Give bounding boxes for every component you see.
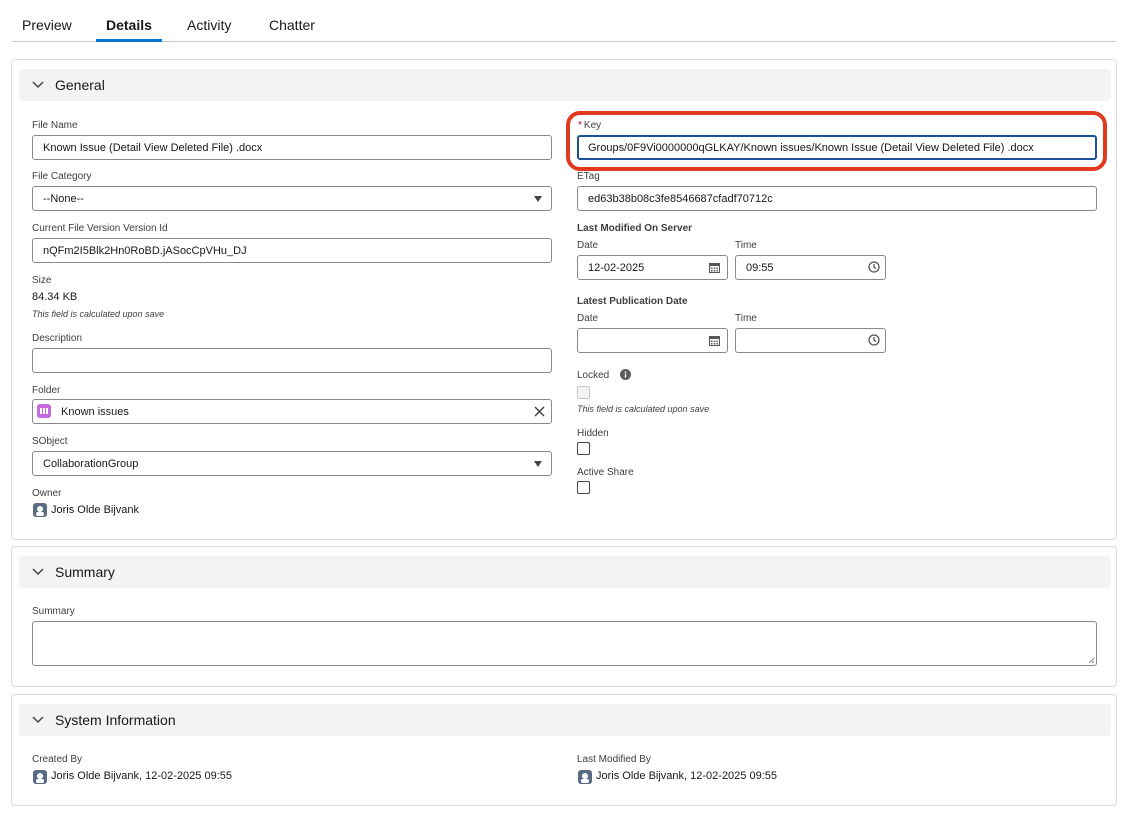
lms-time-label: Time bbox=[735, 240, 757, 251]
calendar-icon[interactable] bbox=[709, 262, 720, 273]
file-category-label: File Category bbox=[32, 171, 92, 182]
tab-chatter[interactable]: Chatter bbox=[269, 17, 315, 42]
lp-date-input[interactable] bbox=[577, 328, 728, 353]
file-name-value: Known Issue (Detail View Deleted File) .… bbox=[43, 142, 263, 154]
last-modified-server-label: Last Modified On Server bbox=[577, 223, 693, 234]
etag-value: ed63b38b08c3fe8546687cfadf70712c bbox=[588, 193, 773, 205]
lp-date-label: Date bbox=[577, 313, 599, 324]
caret-down-icon bbox=[534, 461, 542, 467]
folder-value: Known issues bbox=[61, 406, 129, 418]
close-icon[interactable] bbox=[534, 406, 545, 417]
lms-time-input[interactable]: 09:55 bbox=[735, 255, 886, 280]
folder-label: Folder bbox=[32, 385, 61, 396]
locked-hint: This field is calculated upon save bbox=[577, 404, 710, 414]
locked-checkbox bbox=[577, 386, 590, 399]
version-id-value: nQFm2I5Blk2Hn0RoBD.jASocCpVHu_DJ bbox=[43, 245, 247, 257]
tab-details-label: Details bbox=[106, 17, 152, 33]
file-name-input[interactable]: Known Issue (Detail View Deleted File) .… bbox=[32, 135, 552, 160]
etag-label: ETag bbox=[577, 171, 600, 182]
summary-field-label: Summary bbox=[32, 606, 75, 617]
info-icon[interactable] bbox=[620, 369, 631, 380]
sobject-value: CollaborationGroup bbox=[43, 458, 139, 470]
chevron-down-icon bbox=[32, 81, 44, 89]
required-marker: * bbox=[578, 120, 582, 131]
calendar-icon[interactable] bbox=[709, 335, 720, 346]
key-input[interactable]: Groups/0F9Vi0000000qGLKAY/Known issues/K… bbox=[577, 135, 1097, 160]
file-name-label: File Name bbox=[32, 120, 78, 131]
latest-publication-label: Latest Publication Date bbox=[577, 296, 688, 307]
caret-down-icon bbox=[534, 196, 542, 202]
system-info-section-title: System Information bbox=[55, 712, 176, 728]
system-info-card: System Information bbox=[11, 694, 1117, 806]
lms-date-value: 12-02-2025 bbox=[588, 262, 645, 274]
owner-link[interactable]: Joris Olde Bijvank bbox=[51, 504, 139, 516]
tab-preview[interactable]: Preview bbox=[22, 17, 72, 42]
tab-bar: Preview Details Activity Chatter bbox=[12, 0, 1116, 42]
sobject-label: SObject bbox=[32, 436, 68, 447]
version-id-label: Current File Version Version Id bbox=[32, 223, 168, 234]
lms-time-value: 09:55 bbox=[746, 262, 774, 274]
owner-label: Owner bbox=[32, 488, 62, 499]
description-input[interactable] bbox=[32, 348, 552, 373]
clock-icon[interactable] bbox=[868, 334, 880, 346]
hidden-checkbox[interactable] bbox=[577, 442, 590, 455]
created-by-label: Created By bbox=[32, 754, 83, 765]
chevron-down-icon bbox=[32, 716, 44, 724]
user-avatar-icon bbox=[33, 503, 47, 517]
modified-by-label: Last Modified By bbox=[577, 754, 651, 765]
summary-section-title: Summary bbox=[55, 564, 115, 580]
tab-preview-label: Preview bbox=[22, 17, 72, 33]
size-label: Size bbox=[32, 275, 52, 286]
user-avatar-icon bbox=[33, 770, 47, 784]
general-section-title: General bbox=[55, 77, 105, 93]
tab-activity-label: Activity bbox=[187, 17, 232, 33]
general-section-header[interactable]: General bbox=[19, 69, 1111, 101]
size-hint: This field is calculated upon save bbox=[32, 309, 165, 319]
tab-activity[interactable]: Activity bbox=[187, 17, 231, 42]
key-label-text: Key bbox=[583, 120, 602, 131]
summary-section-header[interactable]: Summary bbox=[19, 556, 1111, 588]
version-id-input[interactable]: nQFm2I5Blk2Hn0RoBD.jASocCpVHu_DJ bbox=[32, 238, 552, 263]
hidden-label: Hidden bbox=[577, 428, 609, 439]
tab-chatter-label: Chatter bbox=[269, 17, 315, 33]
chevron-down-icon bbox=[32, 568, 44, 576]
system-info-section-header[interactable]: System Information bbox=[19, 704, 1111, 736]
user-avatar-icon bbox=[578, 770, 592, 784]
summary-textarea[interactable] bbox=[32, 621, 1097, 666]
tab-details[interactable]: Details bbox=[96, 17, 162, 42]
key-label: * Key bbox=[578, 120, 601, 131]
folder-lookup[interactable]: Known issues bbox=[32, 399, 552, 424]
key-value: Groups/0F9Vi0000000qGLKAY/Known issues/K… bbox=[588, 142, 1034, 154]
created-by-value[interactable]: Joris Olde Bijvank, 12-02-2025 09:55 bbox=[51, 770, 232, 782]
lp-time-input[interactable] bbox=[735, 328, 886, 353]
file-category-value: --None-- bbox=[43, 193, 84, 205]
resize-handle-icon[interactable] bbox=[1088, 657, 1095, 664]
file-category-select[interactable]: --None-- bbox=[32, 186, 552, 211]
description-label: Description bbox=[32, 333, 83, 344]
lp-time-label: Time bbox=[735, 313, 757, 324]
size-value: 84.34 KB bbox=[32, 291, 78, 303]
clock-icon[interactable] bbox=[868, 261, 880, 273]
etag-input[interactable]: ed63b38b08c3fe8546687cfadf70712c bbox=[577, 186, 1097, 211]
lms-date-label: Date bbox=[577, 240, 599, 251]
active-share-checkbox[interactable] bbox=[577, 481, 590, 494]
lms-date-input[interactable]: 12-02-2025 bbox=[577, 255, 728, 280]
sobject-select[interactable]: CollaborationGroup bbox=[32, 451, 552, 476]
active-share-label: Active Share bbox=[577, 467, 634, 478]
group-icon bbox=[37, 404, 51, 418]
locked-label: Locked bbox=[577, 370, 610, 381]
modified-by-value[interactable]: Joris Olde Bijvank, 12-02-2025 09:55 bbox=[596, 770, 777, 782]
